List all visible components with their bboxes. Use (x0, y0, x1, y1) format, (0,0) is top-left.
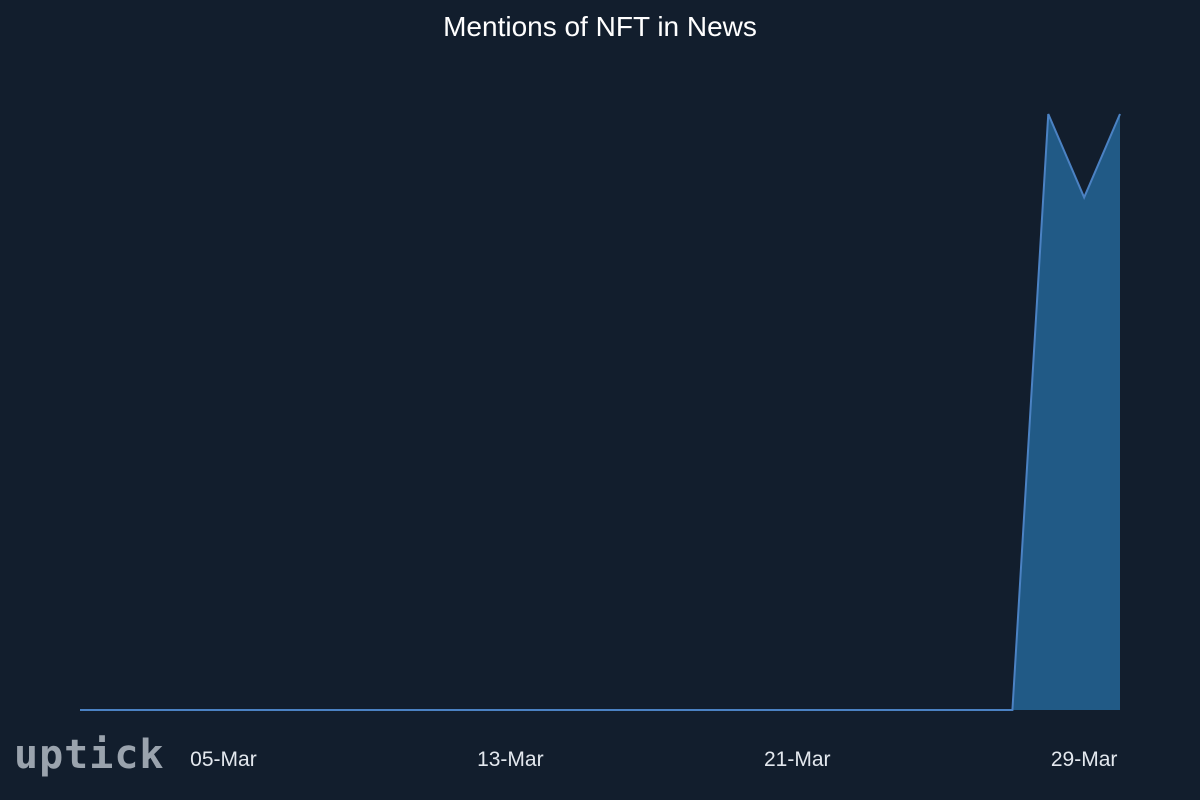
x-tick-label: 13-Mar (477, 748, 544, 771)
area-chart: Mentions of NFT in News 05-Mar 13-Mar 21-M… (14, 11, 1121, 778)
series-area-fill (80, 114, 1120, 710)
logo-text: uptick (14, 732, 165, 778)
series-line (80, 113, 1121, 711)
chart-title: Mentions of NFT in News (443, 11, 757, 42)
uptick-logo: uptick (14, 732, 165, 778)
x-tick-label: 05-Mar (190, 748, 257, 771)
x-axis: 05-Mar 13-Mar 21-Mar 29-Mar (190, 748, 1117, 771)
chart-container: Mentions of NFT in News 05-Mar 13-Mar 21-M… (0, 0, 1200, 800)
plot-area (80, 113, 1121, 711)
x-tick-label: 21-Mar (764, 748, 831, 771)
x-tick-label: 29-Mar (1051, 748, 1118, 771)
